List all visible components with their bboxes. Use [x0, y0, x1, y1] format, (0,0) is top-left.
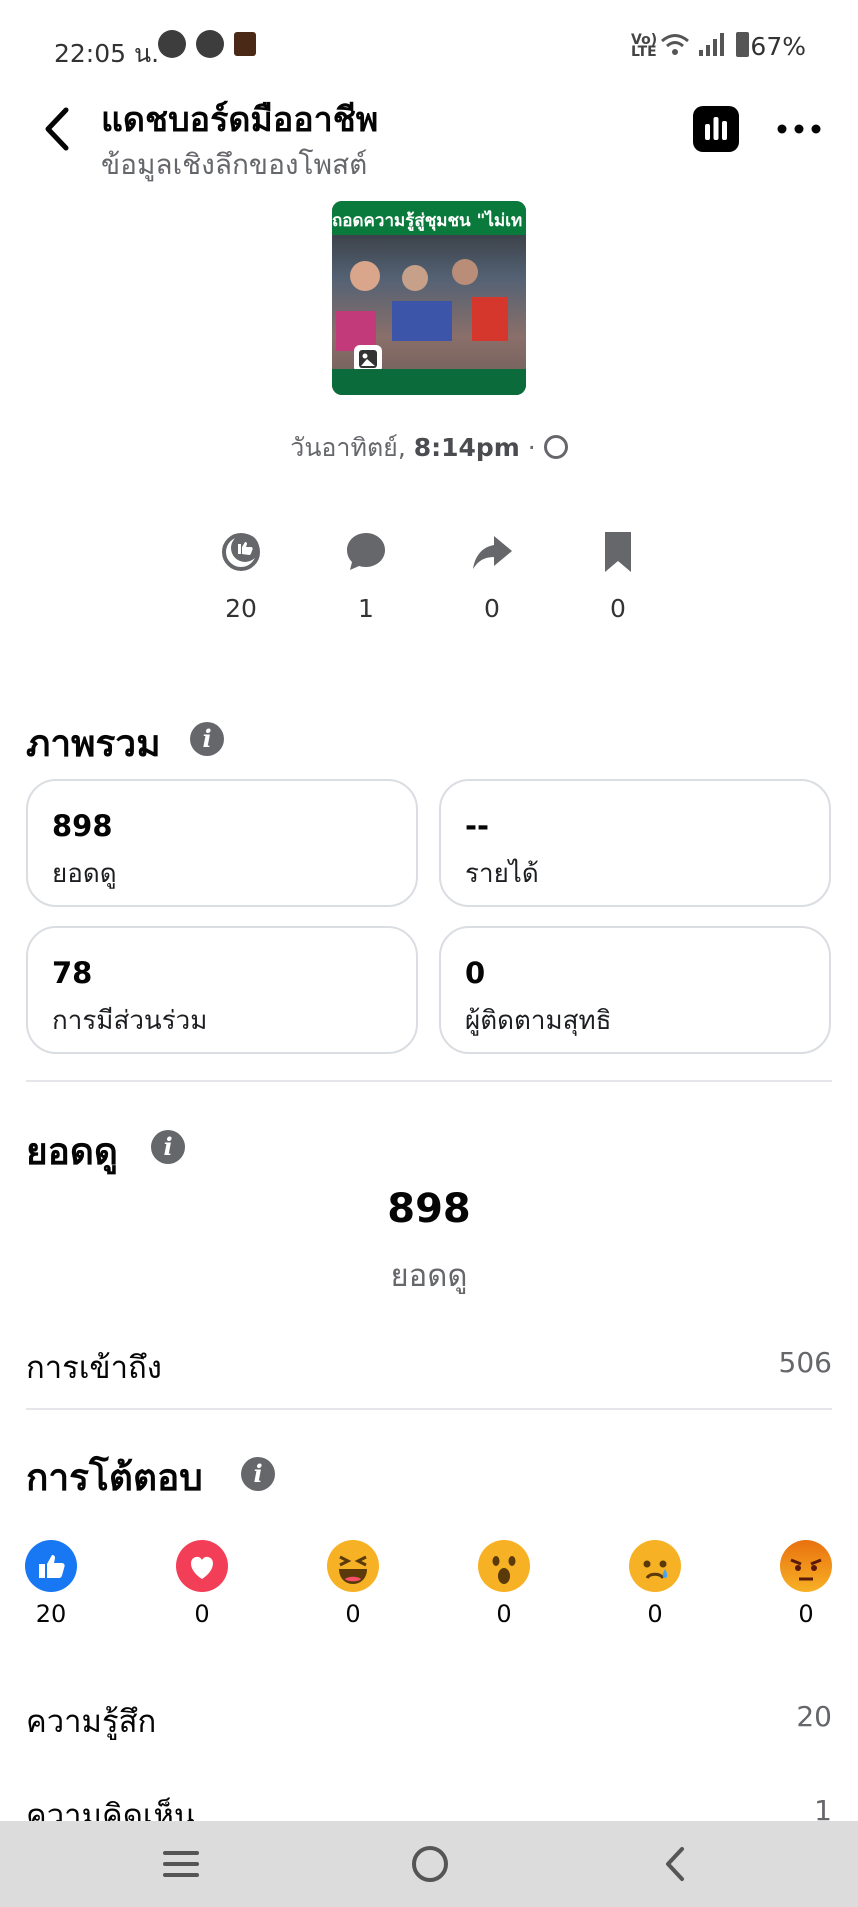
card-value: 0	[465, 956, 486, 990]
revenue-card[interactable]: -- รายได้	[439, 779, 831, 907]
chart-icon[interactable]	[693, 106, 739, 152]
status-time: 22:05 น.	[54, 39, 160, 68]
card-label: การมีส่วนร่วม	[52, 1006, 208, 1036]
wow-reaction-icon	[478, 1540, 530, 1592]
card-label: รายได้	[465, 859, 539, 889]
post-timestamp: วันอาทิตย์, 8:14pm ·	[0, 428, 858, 468]
info-icon[interactable]: i	[151, 1130, 185, 1164]
reaction-angry: 0	[776, 1540, 836, 1628]
battery-percent: 67%	[750, 32, 806, 61]
post-thumbnail[interactable]: ถอดความรู้สู่ชุมชน "ไม่เท	[332, 201, 526, 395]
messenger-icon	[158, 30, 186, 58]
page-subtitle: ข้อมูลเชิงลึกของโพสต์	[101, 148, 368, 181]
shares-count: 0	[484, 594, 500, 623]
likes-metric: 20	[191, 530, 291, 623]
signal-icon	[699, 33, 724, 56]
shares-metric: 0	[442, 530, 542, 623]
app-icon	[234, 32, 256, 56]
divider	[26, 1408, 832, 1410]
post-time: 8:14pm	[413, 433, 520, 462]
views-total-label: ยอดดู	[390, 1258, 468, 1294]
reactions-row-label: ความรู้สึก	[26, 1704, 157, 1740]
volte-icon: Vo) LTE	[631, 32, 658, 60]
reaction-wow: 0	[474, 1540, 534, 1628]
love-reaction-icon	[176, 1540, 228, 1592]
reaction-sad: 0	[625, 1540, 685, 1628]
thumbnail-footer	[332, 369, 526, 395]
more-options-icon[interactable]	[774, 114, 824, 144]
bookmark-icon	[605, 532, 631, 572]
saves-count: 0	[610, 594, 626, 623]
wifi-icon	[661, 34, 689, 55]
separator: ·	[519, 433, 544, 462]
reaction-count: 0	[647, 1600, 663, 1628]
info-icon[interactable]: i	[190, 722, 224, 756]
interactions-title: การโต้ตอบ	[26, 1456, 203, 1499]
reaction-like: 20	[21, 1540, 81, 1628]
card-value: 898	[52, 809, 113, 843]
like-reaction-icon	[25, 1540, 77, 1592]
back-icon[interactable]	[660, 1845, 690, 1883]
reaction-love: 0	[172, 1540, 232, 1628]
views-title: ยอดดู	[26, 1130, 118, 1173]
home-icon[interactable]	[410, 1844, 450, 1884]
card-label: ผู้ติดตามสุทธิ	[465, 1006, 612, 1036]
card-value: --	[465, 809, 490, 843]
post-date: วันอาทิตย์,	[290, 433, 414, 462]
status-bar: 22:05 น. Vo) LTE 67%	[0, 0, 858, 96]
recent-apps-icon[interactable]	[161, 1847, 201, 1881]
reaction-count: 0	[798, 1600, 814, 1628]
card-label: ยอดดู	[52, 859, 117, 889]
angry-reaction-icon	[780, 1540, 832, 1592]
battery-icon	[736, 32, 749, 57]
reaction-count: 20	[35, 1600, 67, 1628]
reaction-count: 0	[345, 1600, 361, 1628]
divider	[26, 1080, 832, 1082]
share-icon	[473, 536, 512, 569]
views-total: 898	[387, 1186, 471, 1232]
comment-icon	[347, 533, 385, 570]
card-value: 78	[52, 956, 93, 990]
reactions-row-value: 20	[796, 1700, 832, 1733]
reach-value: 506	[778, 1346, 832, 1379]
reaction-count: 0	[496, 1600, 512, 1628]
reaction-count: 0	[194, 1600, 210, 1628]
sad-reaction-icon	[629, 1540, 681, 1592]
page-title: แดชบอร์ดมืออาชีพ	[101, 100, 379, 140]
saves-metric: 0	[568, 530, 668, 623]
net-followers-card[interactable]: 0 ผู้ติดตามสุทธิ	[439, 926, 831, 1054]
views-card[interactable]: 898 ยอดดู	[26, 779, 418, 907]
comments-metric: 1	[316, 530, 416, 623]
like-icon	[222, 533, 260, 571]
info-icon[interactable]: i	[241, 1457, 275, 1491]
back-arrow-icon[interactable]	[38, 104, 78, 154]
thumbnail-caption: ถอดความรู้สู่ชุมชน "ไม่เท	[332, 201, 526, 235]
engagement-card[interactable]: 78 การมีส่วนร่วม	[26, 926, 418, 1054]
line-icon	[196, 30, 224, 58]
overview-title: ภาพรวม	[26, 722, 161, 765]
globe-icon	[543, 435, 568, 459]
navigation-bar	[0, 1821, 858, 1907]
reach-label: การเข้าถึง	[26, 1350, 162, 1386]
haha-reaction-icon	[327, 1540, 379, 1592]
comments-count: 1	[358, 594, 374, 623]
reaction-haha: 0	[323, 1540, 383, 1628]
likes-count: 20	[225, 594, 257, 623]
